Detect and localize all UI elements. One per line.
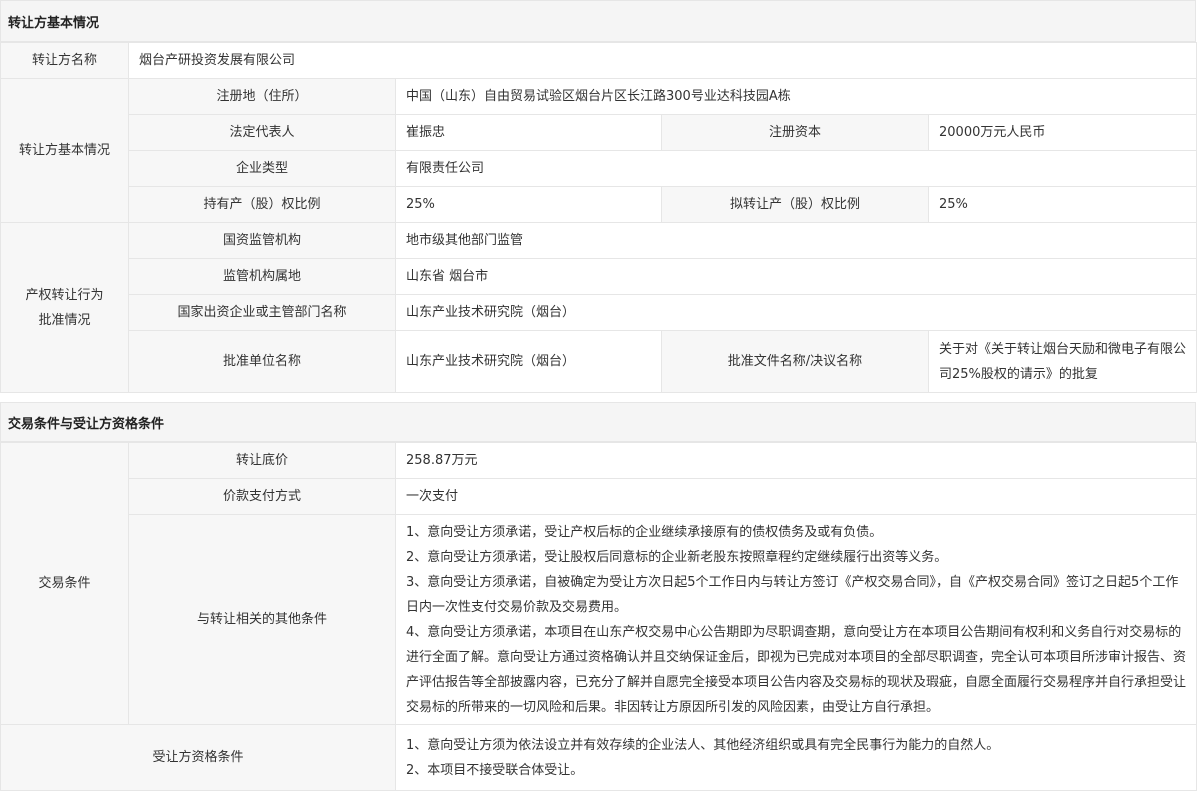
other-condition-item: 3、意向受让方须承诺，自被确定为受让方次日起5个工作日内与转让方签订《产权交易合… [406,574,1179,615]
other-conditions-label: 与转让相关的其他条件 [128,514,396,725]
transfer-ratio-value: 25% [927,186,1198,223]
qualification-item: 2、本项目不接受联合体受让。 [406,762,584,778]
base-price-label: 转让底价 [128,442,396,479]
approval-group-line1: 产权转让行为 [25,287,104,303]
base-price-value: 258.87万元 [395,442,1197,479]
qualification-value: 1、意向受让方须为依法设立并有效存续的企业法人、其他经济组织或具有完全民事行为能… [395,724,1197,791]
holding-ratio-value: 25% [395,186,662,223]
approver-label: 批准单位名称 [128,330,396,393]
approval-doc-value: 关于对《关于转让烟台天励和微电子有限公司25%股权的请示》的批复 [927,330,1198,393]
regulator-label: 国资监管机构 [128,222,396,259]
regulator-location-value: 山东省 烟台市 [394,258,1198,295]
payment-method-label: 价款支付方式 [128,478,396,515]
payment-method-value: 一次支付 [395,478,1197,515]
qualification-label: 受让方资格条件 [0,724,396,791]
legal-rep-label: 法定代表人 [128,114,396,151]
address-label: 注册地（住所） [128,78,396,115]
transfer-ratio-label: 拟转让产（股）权比例 [661,186,929,223]
transferor-name-label: 转让方名称 [0,42,129,79]
section-title-transferor: 转让方基本情况 [0,0,1196,42]
holding-ratio-label: 持有产（股）权比例 [128,186,396,223]
regulator-location-label: 监管机构属地 [128,258,396,295]
capital-label: 注册资本 [661,114,929,151]
other-condition-item: 2、意向受让方须承诺，受让股权后同意标的企业新老股东按照章程约定继续履行出资等义… [406,549,948,565]
other-conditions-value: 1、意向受让方须承诺，受让产权后标的企业继续承接原有的债权债务及或有负债。 2、… [395,514,1197,725]
other-condition-item: 1、意向受让方须承诺，受让产权后标的企业继续承接原有的债权债务及或有负债。 [406,524,883,540]
transferor-table: 转让方名称 烟台产研投资发展有限公司 转让方基本情况 注册地（住所） 中国（山东… [0,42,1198,393]
regulator-value: 地市级其他部门监管 [394,222,1198,259]
approval-group-line2: 批准情况 [38,312,91,328]
other-condition-item: 4、意向受让方须承诺，本项目在山东产权交易中心公告期即为尽职调查期，意向受让方在… [406,624,1187,715]
approver-value: 山东产业技术研究院（烟台） [395,330,662,393]
parent-org-value: 山东产业技术研究院（烟台） [394,294,1198,331]
address-value: 中国（山东）自由贸易试验区烟台片区长江路300号业达科技园A栋 [394,78,1198,115]
transferor-name-value: 烟台产研投资发展有限公司 [127,42,1198,79]
trade-conditions-group-label: 交易条件 [0,442,129,725]
capital-value: 20000万元人民币 [927,114,1198,151]
company-type-value: 有限责任公司 [394,150,1198,187]
conditions-table: 交易条件 转让底价 258.87万元 价款支付方式 一次支付 与转让相关的其他条… [0,442,1197,791]
section-title-conditions: 交易条件与受让方资格条件 [0,402,1196,442]
approval-doc-label: 批准文件名称/决议名称 [661,330,929,393]
company-type-label: 企业类型 [128,150,396,187]
parent-org-label: 国家出资企业或主管部门名称 [128,294,396,331]
legal-rep-value: 崔振忠 [395,114,662,151]
approval-group-label: 产权转让行为 批准情况 [0,222,129,393]
qualification-item: 1、意向受让方须为依法设立并有效存续的企业法人、其他经济组织或具有完全民事行为能… [406,737,1000,753]
transferor-info-group-label: 转让方基本情况 [0,78,129,223]
